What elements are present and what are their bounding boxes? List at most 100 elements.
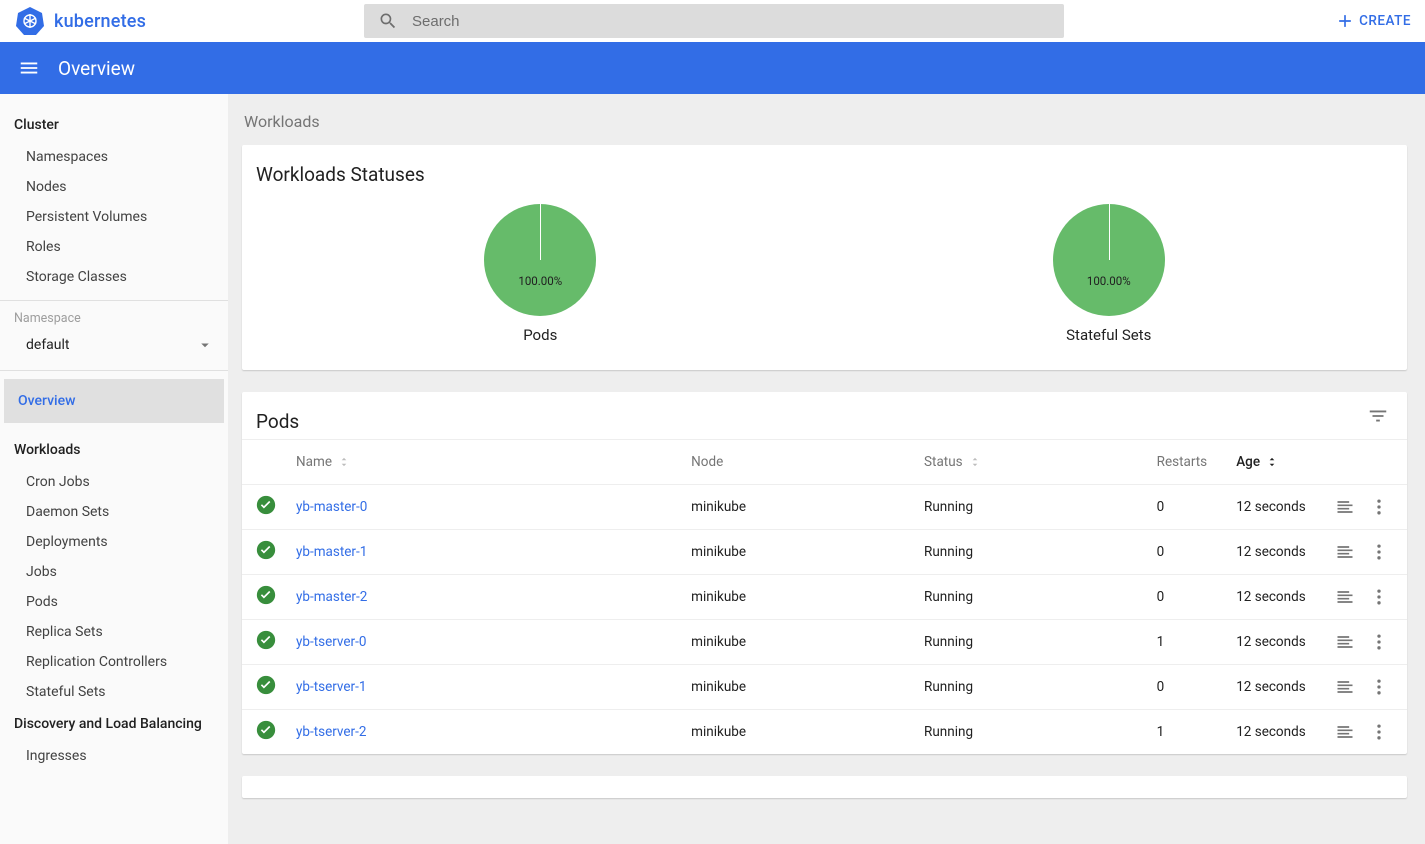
sidebar-item-persistent-volumes[interactable]: Persistent Volumes — [0, 202, 228, 232]
cell-age: 12 seconds — [1226, 530, 1325, 575]
create-label: CREATE — [1359, 13, 1411, 29]
cell-status: Running — [914, 530, 1147, 575]
sidebar-item-cron-jobs[interactable]: Cron Jobs — [0, 467, 228, 497]
pod-link[interactable]: yb-master-1 — [296, 544, 367, 560]
sort-icon — [337, 455, 351, 469]
sort-icon — [1265, 455, 1279, 469]
cell-age: 12 seconds — [1226, 485, 1325, 530]
cell-restarts: 0 — [1147, 530, 1227, 575]
namespace-value: default — [26, 337, 70, 353]
status-ok-icon — [256, 675, 276, 695]
namespace-select[interactable]: default — [0, 330, 228, 362]
chart-name: Pods — [484, 326, 596, 344]
logs-icon[interactable] — [1335, 722, 1355, 742]
plus-icon — [1335, 11, 1355, 31]
page-title: Overview — [58, 57, 135, 80]
chart-name: Stateful Sets — [1053, 326, 1165, 344]
brand[interactable]: kubernetes — [14, 5, 364, 37]
menu-icon[interactable] — [18, 57, 40, 79]
sidebar-item-deployments[interactable]: Deployments — [0, 527, 228, 557]
cell-restarts: 0 — [1147, 485, 1227, 530]
breadcrumb: Workloads — [244, 112, 1407, 131]
next-card — [242, 776, 1407, 798]
logs-icon[interactable] — [1335, 632, 1355, 652]
logs-icon[interactable] — [1335, 497, 1355, 517]
pods-card: Pods Name Node Status — [242, 392, 1407, 754]
cell-status: Running — [914, 485, 1147, 530]
status-ok-icon — [256, 720, 276, 740]
col-header-age[interactable]: Age — [1226, 440, 1325, 485]
cell-restarts: 0 — [1147, 575, 1227, 620]
brand-label: kubernetes — [54, 11, 146, 32]
pod-link[interactable]: yb-master-0 — [296, 499, 367, 515]
search-input[interactable] — [412, 13, 1050, 30]
cell-age: 12 seconds — [1226, 665, 1325, 710]
search-box[interactable] — [364, 4, 1064, 38]
status-chart-pods: 100.00% Pods — [484, 204, 596, 344]
more-icon[interactable] — [1369, 632, 1389, 652]
pod-link[interactable]: yb-tserver-0 — [296, 634, 366, 650]
logs-icon[interactable] — [1335, 677, 1355, 697]
sidebar-item-ingresses[interactable]: Ingresses — [0, 741, 228, 771]
more-icon[interactable] — [1369, 677, 1389, 697]
filter-icon[interactable] — [1367, 405, 1389, 427]
pod-link[interactable]: yb-master-2 — [296, 589, 367, 605]
status-ok-icon — [256, 540, 276, 560]
cell-node: minikube — [681, 485, 914, 530]
status-ok-icon — [256, 495, 276, 515]
sidebar-item-stateful-sets[interactable]: Stateful Sets — [0, 677, 228, 707]
kubernetes-logo-icon — [14, 5, 46, 37]
pod-link[interactable]: yb-tserver-1 — [296, 679, 366, 695]
more-icon[interactable] — [1369, 722, 1389, 742]
create-button[interactable]: CREATE — [1335, 11, 1411, 31]
col-header-name[interactable]: Name — [286, 440, 681, 485]
sidebar-item-replica-sets[interactable]: Replica Sets — [0, 617, 228, 647]
cell-age: 12 seconds — [1226, 575, 1325, 620]
more-icon[interactable] — [1369, 497, 1389, 517]
namespace-label: Namespace — [0, 309, 228, 330]
cell-status: Running — [914, 665, 1147, 710]
sidebar-item-replication-controllers[interactable]: Replication Controllers — [0, 647, 228, 677]
sidebar-item-jobs[interactable]: Jobs — [0, 557, 228, 587]
sidebar-item-roles[interactable]: Roles — [0, 232, 228, 262]
workloads-statuses-title: Workloads Statuses — [242, 145, 1407, 192]
search-icon — [378, 11, 398, 31]
table-row: yb-master-2minikubeRunning012 seconds — [242, 575, 1407, 620]
sidebar-item-pods[interactable]: Pods — [0, 587, 228, 617]
more-icon[interactable] — [1369, 587, 1389, 607]
table-row: yb-tserver-0minikubeRunning112 seconds — [242, 620, 1407, 665]
pods-card-title: Pods — [242, 392, 313, 439]
logs-icon[interactable] — [1335, 587, 1355, 607]
cell-node: minikube — [681, 665, 914, 710]
pie-percent: 100.00% — [484, 274, 596, 288]
cell-node: minikube — [681, 575, 914, 620]
sidebar-divider — [0, 300, 228, 301]
cell-node: minikube — [681, 620, 914, 665]
sidebar-item-namespaces[interactable]: Namespaces — [0, 142, 228, 172]
logs-icon[interactable] — [1335, 542, 1355, 562]
sidebar-section-cluster[interactable]: Cluster — [0, 108, 228, 142]
cell-restarts: 1 — [1147, 620, 1227, 665]
pie-chart: 100.00% — [484, 204, 596, 316]
more-icon[interactable] — [1369, 542, 1389, 562]
sidebar-item-storage-classes[interactable]: Storage Classes — [0, 262, 228, 292]
cell-status: Running — [914, 620, 1147, 665]
pod-link[interactable]: yb-tserver-2 — [296, 724, 366, 740]
top-header: kubernetes CREATE — [0, 0, 1425, 42]
chevron-down-icon — [196, 336, 214, 354]
table-row: yb-master-0 minikubeRunning012 seconds — [242, 485, 1407, 530]
col-header-status[interactable]: Status — [914, 440, 1147, 485]
sidebar-section-workloads[interactable]: Workloads — [0, 433, 228, 467]
table-row: yb-master-1minikubeRunning012 seconds — [242, 530, 1407, 575]
sidebar-item-nodes[interactable]: Nodes — [0, 172, 228, 202]
sort-icon — [968, 455, 982, 469]
sidebar-section-discovery[interactable]: Discovery and Load Balancing — [0, 707, 228, 741]
col-header-restarts[interactable]: Restarts — [1147, 440, 1227, 485]
pie-percent: 100.00% — [1053, 274, 1165, 288]
sidebar-item-overview[interactable]: Overview — [4, 379, 224, 423]
col-header-node[interactable]: Node — [681, 440, 914, 485]
pods-table: Name Node Status Restarts Age — [242, 439, 1407, 754]
workloads-statuses-card: Workloads Statuses 100.00% Pods 100.00% Sta… — [242, 145, 1407, 370]
sidebar-item-daemon-sets[interactable]: Daemon Sets — [0, 497, 228, 527]
blue-bar: Overview — [0, 42, 1425, 94]
